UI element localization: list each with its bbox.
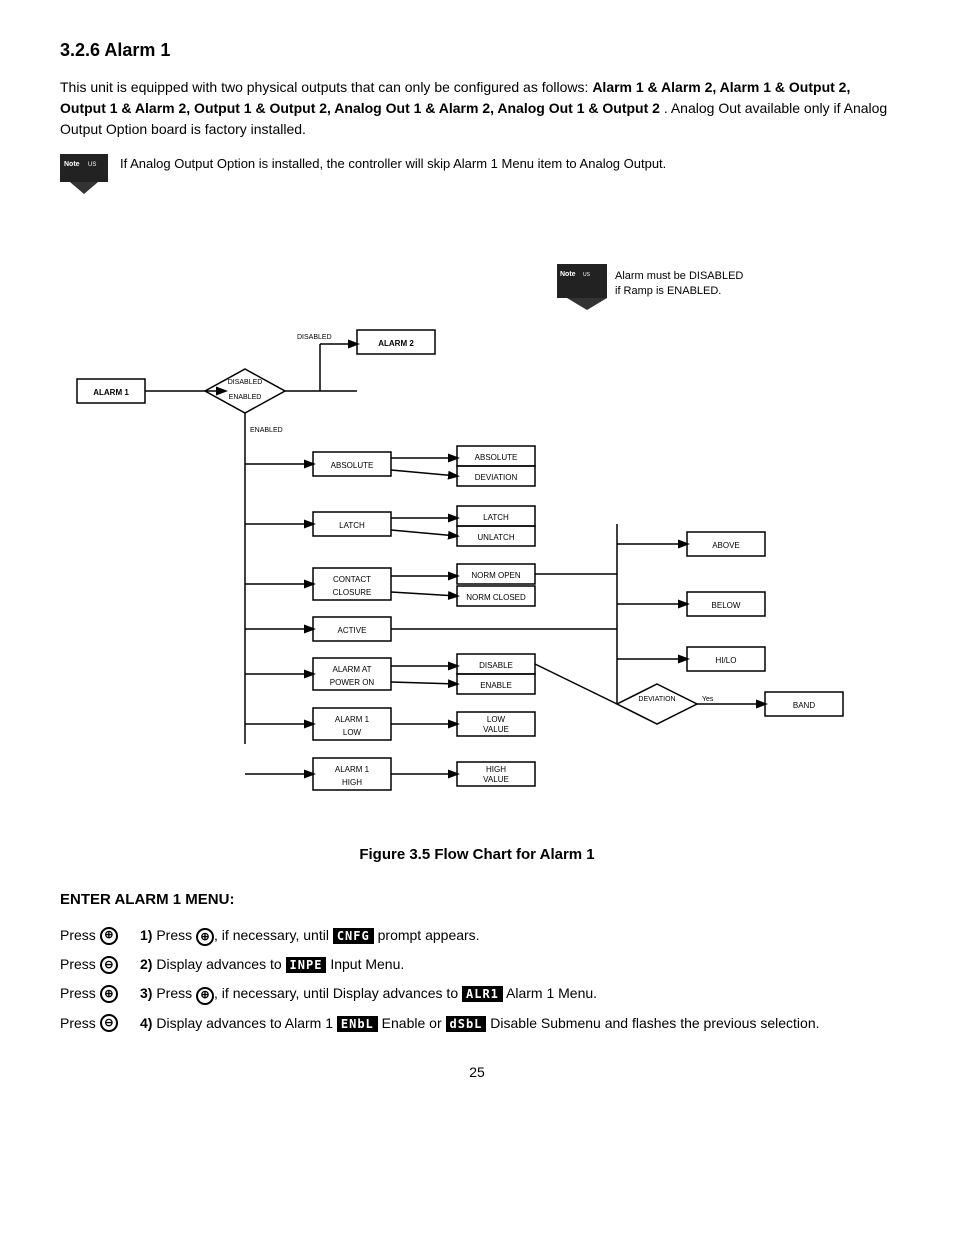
- svg-text:ALARM 1: ALARM 1: [93, 388, 129, 397]
- svg-text:CONTACT: CONTACT: [333, 575, 371, 584]
- step-1-btn2[interactable]: ⊕: [196, 928, 214, 946]
- svg-text:NORM CLOSED: NORM CLOSED: [466, 593, 526, 602]
- svg-text:ENABLED: ENABLED: [250, 427, 283, 434]
- step-2-btn[interactable]: ⊖: [100, 956, 118, 974]
- note-text-1: If Analog Output Option is installed, th…: [120, 154, 666, 174]
- svg-text:if Ramp is ENABLED.: if Ramp is ENABLED.: [615, 285, 721, 297]
- svg-text:BELOW: BELOW: [712, 601, 741, 610]
- svg-text:US: US: [88, 162, 96, 168]
- step-4-lcd1: ENbL: [337, 1016, 378, 1032]
- flowchart-container: Note US Alarm must be DISABLED if Ramp i…: [60, 214, 894, 834]
- svg-text:LOW: LOW: [343, 728, 362, 737]
- page-number: 25: [60, 1064, 894, 1080]
- svg-text:DEVIATION: DEVIATION: [638, 696, 675, 703]
- section-title: 3.2.6 Alarm 1: [60, 40, 894, 61]
- svg-text:HI/LO: HI/LO: [716, 656, 737, 665]
- svg-text:CLOSURE: CLOSURE: [333, 588, 372, 597]
- step-3-btn[interactable]: ⊕: [100, 985, 118, 1003]
- svg-text:VALUE: VALUE: [483, 775, 509, 784]
- step-3-lcd: ALR1: [462, 986, 503, 1002]
- svg-text:LATCH: LATCH: [339, 521, 365, 530]
- svg-text:UNLATCH: UNLATCH: [477, 533, 514, 542]
- step-4-btn[interactable]: ⊖: [100, 1014, 118, 1032]
- step-3-press: Press ⊕: [60, 983, 130, 1004]
- svg-text:ABOVE: ABOVE: [712, 541, 740, 550]
- svg-text:ACTIVE: ACTIVE: [338, 626, 367, 635]
- step-2-lcd: INPE: [286, 957, 327, 973]
- svg-text:HIGH: HIGH: [486, 765, 506, 774]
- svg-text:Alarm must be DISABLED: Alarm must be DISABLED: [615, 270, 743, 282]
- step-1: Press ⊕ 1) Press ⊕, if necessary, until …: [60, 925, 894, 946]
- step-4-lcd2: dSbL: [446, 1016, 487, 1032]
- svg-text:Note: Note: [560, 271, 576, 278]
- svg-text:ABSOLUTE: ABSOLUTE: [475, 453, 518, 462]
- svg-text:ENABLE: ENABLE: [480, 681, 512, 690]
- svg-text:POWER ON: POWER ON: [330, 678, 375, 687]
- svg-text:NORM OPEN: NORM OPEN: [471, 571, 521, 580]
- menu-steps: Press ⊕ 1) Press ⊕, if necessary, until …: [60, 925, 894, 1034]
- intro-paragraph: This unit is equipped with two physical …: [60, 77, 894, 140]
- svg-text:VALUE: VALUE: [483, 725, 509, 734]
- svg-text:ALARM 1: ALARM 1: [335, 765, 370, 774]
- svg-text:LOW: LOW: [487, 715, 506, 724]
- step-1-btn[interactable]: ⊕: [100, 927, 118, 945]
- svg-text:ABSOLUTE: ABSOLUTE: [331, 461, 374, 470]
- step-2: Press ⊖ 2) Display advances to INPE Inpu…: [60, 954, 894, 975]
- step-4: Press ⊖ 4) Display advances to Alarm 1 E…: [60, 1013, 894, 1034]
- svg-text:US: US: [583, 272, 591, 278]
- step-1-lcd: CNFG: [333, 928, 374, 944]
- figure-caption: Figure 3.5 Flow Chart for Alarm 1: [60, 844, 894, 867]
- svg-text:ENABLED: ENABLED: [229, 394, 262, 401]
- svg-text:BAND: BAND: [793, 701, 815, 710]
- note-icon-1: Note US: [60, 154, 108, 194]
- svg-text:ALARM AT: ALARM AT: [333, 665, 372, 674]
- enter-menu-title: ENTER ALARM 1 MENU:: [60, 889, 894, 912]
- svg-text:ALARM 2: ALARM 2: [378, 339, 414, 348]
- svg-text:DEVIATION: DEVIATION: [475, 473, 518, 482]
- svg-text:ALARM 1: ALARM 1: [335, 715, 370, 724]
- step-2-press: Press ⊖: [60, 954, 130, 975]
- svg-text:HIGH: HIGH: [342, 778, 362, 787]
- step-4-press: Press ⊖: [60, 1013, 130, 1034]
- svg-text:DISABLED: DISABLED: [228, 379, 263, 386]
- svg-text:Note: Note: [64, 161, 80, 168]
- step-3-btn2[interactable]: ⊕: [196, 987, 214, 1005]
- svg-text:LATCH: LATCH: [483, 513, 509, 522]
- flowchart-svg: Note US Alarm must be DISABLED if Ramp i…: [67, 214, 887, 834]
- svg-text:Yes: Yes: [702, 696, 714, 703]
- note-box-1: Note US If Analog Output Option is insta…: [60, 154, 894, 194]
- step-1-press: Press ⊕: [60, 925, 130, 946]
- step-3: Press ⊕ 3) Press ⊕, if necessary, until …: [60, 983, 894, 1004]
- svg-text:DISABLE: DISABLE: [479, 661, 513, 670]
- svg-text:DISABLED: DISABLED: [297, 334, 332, 341]
